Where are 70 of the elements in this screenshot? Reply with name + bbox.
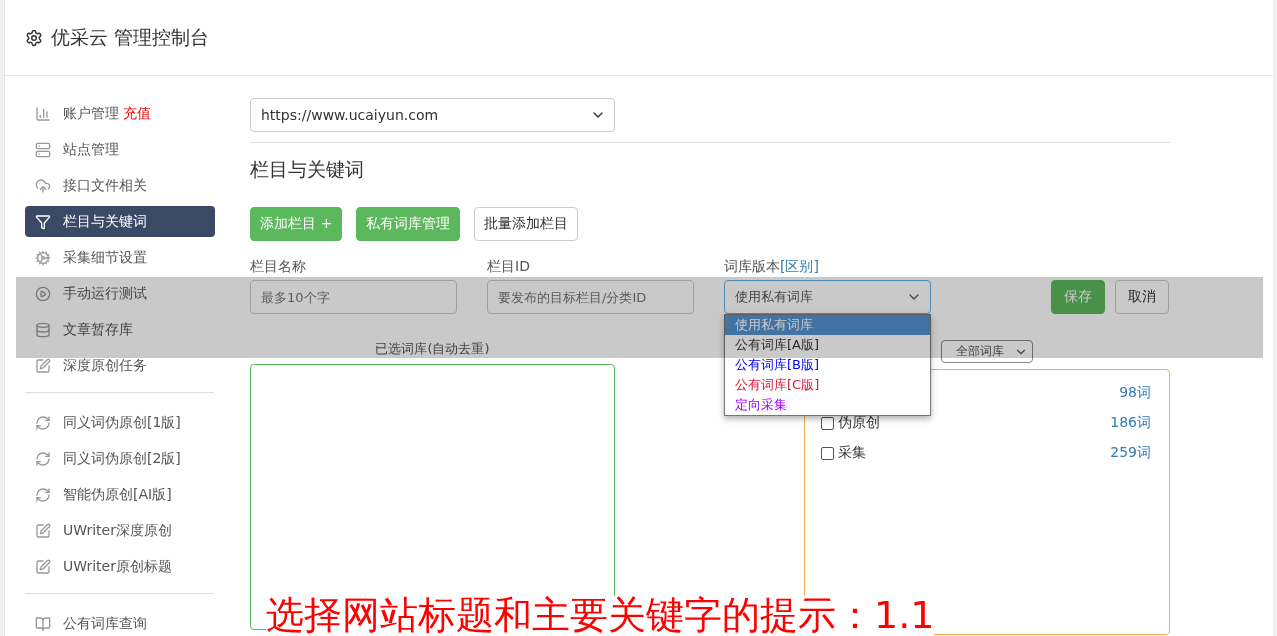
sidebar-item[interactable]: 同义词伪原创[1版] [25,407,215,438]
field-label: 栏目名称 [250,258,307,276]
sidebar-item[interactable]: 栏目与关键词 [25,206,215,237]
dropdown-option[interactable]: 公有词库[C版] [725,375,930,395]
sidebar-label: 账户管理 充值 [63,104,152,123]
filter-icon [35,213,51,230]
sidebar-item[interactable]: UWriter原创标题 [25,551,215,582]
sidebar-label: 栏目与关键词 [63,212,147,231]
edit-icon [35,357,51,374]
gears-icon [35,249,51,266]
id-field[interactable]: 要发布的目标栏目/分类ID [487,280,694,314]
cloud-upload-icon [35,177,51,194]
sidebar-label: 接口文件相关 [63,176,147,195]
sidebar-item[interactable]: 智能伪原创[AI版] [25,479,215,510]
section-title: 栏目与关键词 [250,157,365,182]
name-field[interactable]: 最多10个字 [250,280,457,314]
sidebar-item[interactable]: 公有词库查询 [25,608,215,636]
sidebar-item[interactable]: 同义词伪原创[2版] [25,443,215,474]
sidebar-item[interactable]: UWriter深度原创 [25,515,215,546]
sidebar-label: 文章暂存库 [63,320,133,339]
library-filter-select[interactable]: 全部词库 [941,340,1033,363]
sidebar-label: 智能伪原创[AI版] [63,485,172,504]
edit-icon [35,522,51,539]
server-icon [35,141,51,158]
sidebar-label: 同义词伪原创[2版] [63,449,181,468]
sidebar-label: 公有词库查询 [63,614,147,633]
refresh-icon [35,414,51,431]
refresh-icon [35,450,51,467]
checkbox[interactable] [821,416,834,430]
library-name: 伪原创 [838,414,880,432]
sidebar-label: 采集细节设置 [63,248,147,267]
action-button[interactable]: 批量添加栏目 [474,207,579,241]
edit-icon [35,558,51,575]
sidebar-item[interactable]: 接口文件相关 [25,170,215,201]
dropdown-option[interactable]: 定向采集 [725,395,930,415]
sidebar-label: 站点管理 [63,140,119,159]
sidebar-label: 同义词伪原创[1版] [63,413,181,432]
bar-chart-icon [35,105,51,122]
dropdown-option[interactable]: 公有词库[A版] [725,335,930,355]
sidebar-item[interactable]: 手动运行测试 [25,278,215,309]
word-count: 186词 [1110,414,1151,432]
sidebar-label: UWriter深度原创 [63,521,172,540]
difference-link[interactable]: [区别] [780,258,819,274]
sidebar-item[interactable]: 深度原创任务 [25,350,215,381]
word-count: 259词 [1110,444,1151,462]
recharge-link[interactable]: 充值 [123,104,152,121]
book-icon [35,615,51,632]
cancel-button[interactable]: 取消 [1115,280,1169,314]
sidebar-item[interactable]: 采集细节设置 [25,242,215,273]
field-label: 栏目ID [487,258,531,276]
checkbox[interactable] [821,446,834,460]
settings-icon [25,28,43,47]
subtitle-caption: 选择网站标题和主要关键字的提示：1.1 [266,596,935,636]
library-select[interactable]: 使用私有词库 [724,280,931,314]
play-icon [35,285,51,302]
sidebar-item[interactable]: 文章暂存库 [25,314,215,345]
dropdown-option[interactable]: 公有词库[B版] [725,355,930,375]
library-name: 采集 [838,444,866,462]
sidebar-item[interactable]: 站点管理 [25,134,215,165]
refresh-icon [35,486,51,503]
sidebar-label: 深度原创任务 [63,356,147,375]
database-icon [35,321,51,338]
word-count: 98词 [1119,384,1151,402]
sidebar-item[interactable]: 账户管理 充值 [25,98,215,129]
app-title: 优采云 管理控制台 [51,24,210,50]
site-select[interactable]: https://www.ucaiyun.com [250,98,615,132]
sidebar-label: 手动运行测试 [63,284,147,303]
panel-title: 已选词库(自动去重) [375,340,490,358]
field-label: 词库版本[区别] [724,258,820,276]
sidebar-label: UWriter原创标题 [63,557,172,576]
